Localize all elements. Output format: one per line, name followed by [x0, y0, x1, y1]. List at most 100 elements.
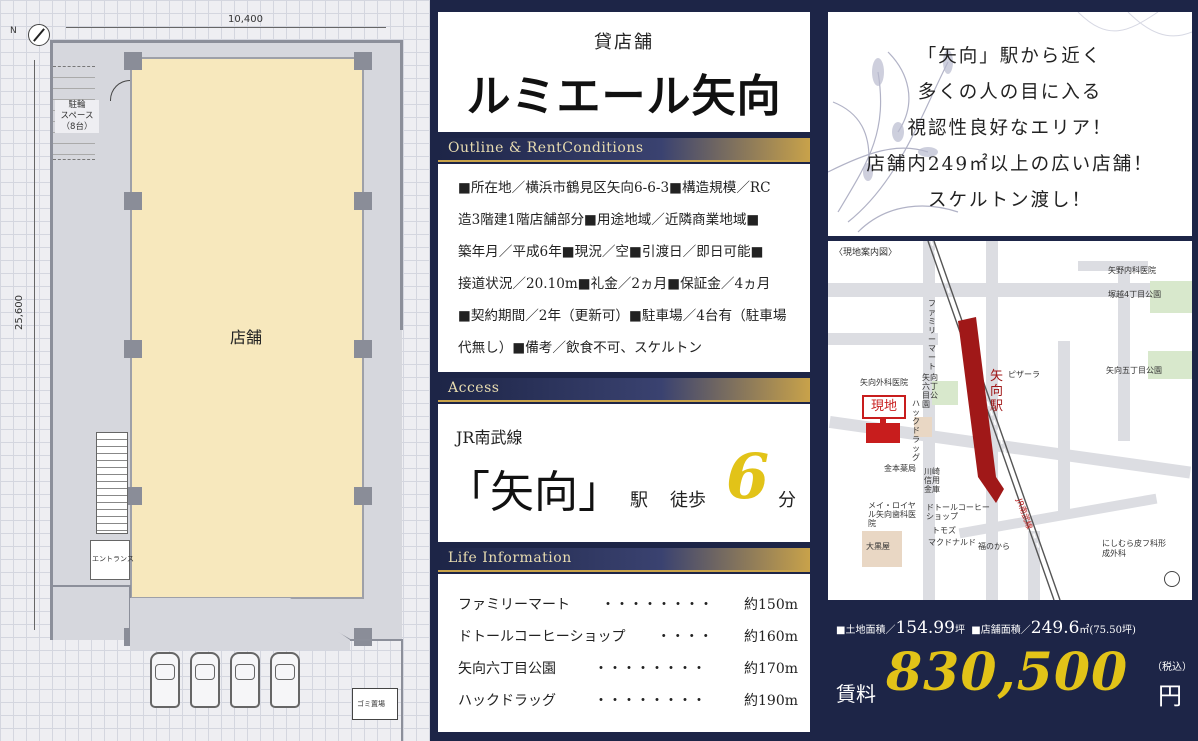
life-item-name: ドトールコーヒーショップ: [458, 629, 626, 645]
outline-line: ■契約期間／2年（更新可）■駐車場／4台有（駐車場: [458, 308, 787, 324]
map-station-label: 矢向駅: [990, 369, 1004, 414]
access-band: Access: [438, 378, 810, 400]
map-place: 福のから: [978, 542, 1010, 551]
band-divider: [438, 160, 810, 162]
height-dimension-line: [34, 60, 35, 630]
price-panel: ■土地面積／154.99坪 ■店舗面積／249.6㎡(75.50坪) 賃料 83…: [828, 606, 1192, 734]
map-place: マクドナルド: [928, 538, 976, 547]
map-place: トモズ: [932, 526, 956, 535]
outline-line: ■所在地／横浜市鶴見区矢向6-6-3■構造規模／RC: [458, 180, 771, 196]
map-place: ハックドラッグ: [912, 399, 920, 462]
map-place: 矢向六丁目公園: [922, 373, 938, 409]
map-place: 塚越4丁目公園: [1108, 290, 1162, 299]
outline-line: 代無し）■備考／飲食不可、スケルトン: [458, 340, 702, 356]
walk-label: 徒歩: [670, 490, 706, 511]
slogan-panel: 「矢向」駅から近く 多くの人の目に入る 視認性良好なエリア！ 店舗内249㎡以上…: [828, 12, 1192, 236]
map-compass-icon: [1164, 571, 1180, 587]
land-area-label: ■土地面積／: [836, 625, 896, 636]
height-dimension: 25,600: [14, 295, 25, 330]
map-place: 大黒屋: [866, 542, 890, 551]
column: [354, 52, 372, 70]
garbage-area: ゴミ置場: [352, 688, 398, 720]
info-column: 貸店舗 ルミエール矢向 Outline & RentConditions ■所在…: [432, 0, 816, 741]
outline-text: ■所在地／横浜市鶴見区矢向6-6-3■構造規模／RC 造3階建1階店舗部分■用途…: [458, 172, 803, 364]
slogan-line: スケルトン渡し！: [927, 190, 1092, 211]
outline-band: Outline & RentConditions: [438, 138, 810, 160]
walk-minutes: 6: [726, 440, 770, 513]
map-place: 金本薬局: [884, 464, 916, 473]
life-item-dots: ・・・・・・・・: [594, 693, 706, 709]
right-column: 「矢向」駅から近く 多くの人の目に入る 視認性良好なエリア！ 店舗内249㎡以上…: [820, 0, 1198, 741]
band-divider: [438, 400, 810, 402]
outline-band-label: Outline & RentConditions: [448, 140, 644, 156]
garbage-label: ゴミ置場: [357, 700, 385, 708]
life-item-dots: ・・・・・・・・: [594, 661, 706, 677]
column: [354, 487, 372, 505]
column: [124, 192, 142, 210]
station-name: 「矢向」: [446, 467, 622, 518]
location-map: 〈現地案内図〉 現地 矢向駅 JR南武線 矢野内科医院 塚越4丁目公園 ファミリ…: [828, 241, 1192, 600]
map-place: 矢向外科医院: [860, 378, 908, 387]
map-site-label: 現地: [862, 395, 906, 419]
compass-label: N: [10, 26, 17, 36]
compass-icon: [28, 24, 50, 46]
floor-plan: 10,400 25,600 N 駐輪 スペース （8台） 店舗 エントランス ゴ…: [0, 0, 430, 741]
map-place: ドトールコーヒーショップ: [926, 503, 990, 521]
band-divider: [438, 570, 810, 572]
life-item-distance: 約160m: [743, 629, 798, 645]
property-flyer: 10,400 25,600 N 駐輪 スペース （8台） 店舗 エントランス ゴ…: [0, 0, 1198, 741]
life-item-distance: 約190m: [744, 693, 798, 709]
title-subtitle: 貸店舗: [594, 32, 654, 53]
train-line: JR南武線: [456, 428, 523, 447]
life-band: Life Information: [438, 548, 810, 570]
list-item: 矢向六丁目公園 ・・・・・・・・ 約170m: [458, 658, 798, 678]
width-dimension-line: [66, 27, 386, 28]
life-band-label: Life Information: [448, 550, 572, 566]
store-area-label: ■店舗面積／: [971, 625, 1031, 636]
slogan-line: 視認性良好なエリア！: [907, 118, 1113, 139]
entrance-label: エントランス: [92, 555, 134, 563]
map-place: 川崎信用金庫: [924, 467, 940, 494]
column: [124, 340, 142, 358]
tax-note: （税込）: [1152, 662, 1192, 673]
rent-value: 830,500: [886, 642, 1129, 703]
minutes-unit: 分: [778, 490, 796, 511]
title-panel: 貸店舗 ルミエール矢向: [438, 12, 810, 132]
access-band-label: Access: [448, 380, 500, 396]
outline-panel: ■所在地／横浜市鶴見区矢向6-6-3■構造規模／RC 造3階建1階店舗部分■用途…: [438, 164, 810, 372]
column: [354, 340, 372, 358]
site-wall-right: [400, 40, 403, 330]
life-item-name: ファミリーマート: [458, 597, 570, 613]
list-item: ハックドラッグ ・・・・・・・・ 約190m: [458, 690, 798, 710]
store-area-value: 249.6: [1030, 618, 1080, 638]
land-area-unit: 坪: [954, 625, 965, 636]
stairs: [96, 432, 128, 534]
life-item-name: ハックドラッグ: [458, 693, 556, 709]
parking-car-icon: [150, 652, 180, 708]
life-item-dots: ・・・・・・・・: [601, 597, 713, 613]
land-area-value: 154.99: [895, 618, 955, 638]
width-dimension: 10,400: [228, 14, 263, 25]
bicycle-parking-label-3: （8台）: [61, 122, 93, 132]
yen-label: 円: [1158, 682, 1182, 710]
bicycle-parking-label: 駐輪 スペース （8台）: [55, 100, 99, 133]
list-item: ファミリーマート ・・・・・・・・ 約150m: [458, 594, 798, 614]
station-suffix: 駅: [630, 490, 648, 511]
map-place: にしむら皮フ科形成外科: [1102, 539, 1166, 558]
outline-line: 接道状況／20.10m■礼金／2ヵ月■保証金／4ヵ月: [458, 276, 771, 292]
outline-line: 築年月／平成6年■現況／空■引渡日／即日可能■: [458, 244, 764, 260]
map-place: ピザーラ: [1008, 370, 1040, 379]
map-place: 矢野内科医院: [1108, 266, 1156, 275]
map-place: 矢向五丁目公園: [1106, 366, 1162, 375]
map-place: メイ・ロイヤル矢向歯科医院: [868, 501, 916, 528]
map-title: 〈現地案内図〉: [834, 248, 898, 258]
rent-label: 賃料: [836, 682, 876, 706]
site-wall-top: [50, 40, 402, 43]
life-panel: ファミリーマート ・・・・・・・・ 約150m ドトールコーヒーショップ ・・・…: [438, 574, 810, 732]
list-item: ドトールコーヒーショップ ・・・・ 約160m: [458, 626, 798, 646]
slogan-line: 「矢向」駅から近く: [917, 46, 1103, 67]
access-panel: JR南武線 「矢向」 駅 徒歩 6 分: [438, 404, 810, 542]
outline-line: 造3階建1階店舗部分■用途地域／近隣商業地域■: [458, 212, 760, 228]
store-area-unit: ㎡(75.50坪): [1079, 625, 1136, 636]
slogan-line: 店舗内249㎡以上の広い店舗！: [866, 154, 1154, 175]
